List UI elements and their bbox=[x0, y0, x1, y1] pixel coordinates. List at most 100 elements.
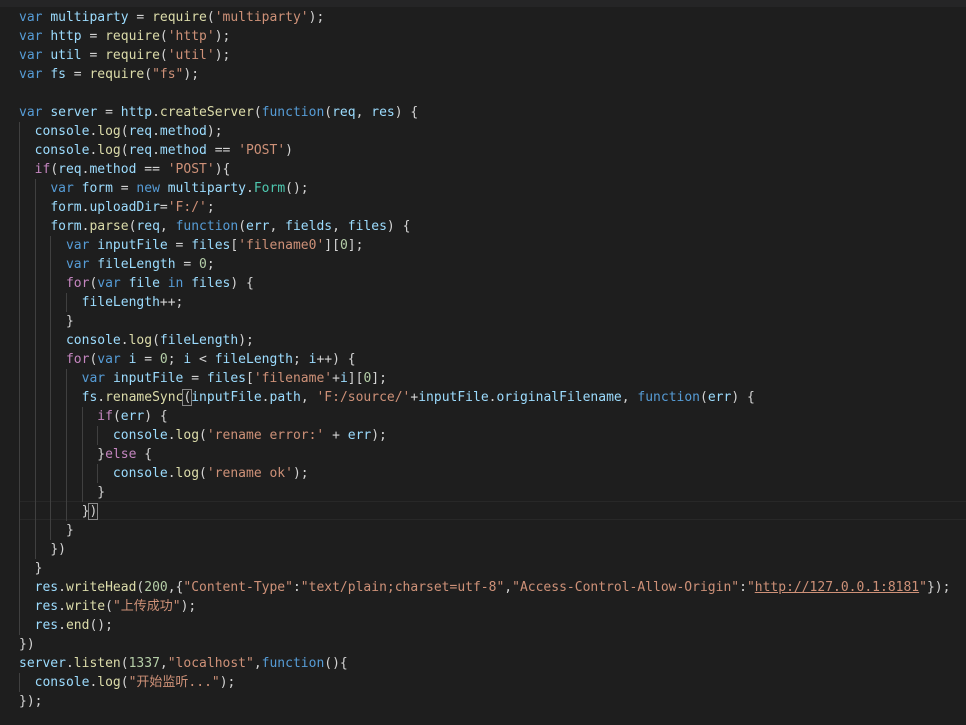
code-line[interactable]: for(var file in files) { bbox=[19, 274, 950, 293]
code-line[interactable]: console.log("开始监听..."); bbox=[19, 673, 950, 692]
code-editor[interactable]: var multiparty = require('multiparty'); v… bbox=[0, 0, 966, 725]
code-line[interactable]: console.log('rename error:' + err); bbox=[19, 426, 950, 445]
code-line[interactable]: if(req.method == 'POST'){ bbox=[19, 160, 950, 179]
identifier-token: files bbox=[347, 219, 387, 234]
indent-guide bbox=[34, 274, 36, 293]
indent-guide bbox=[34, 540, 36, 559]
indent-guide bbox=[50, 236, 52, 255]
code-line[interactable]: } bbox=[19, 521, 950, 540]
string-token: " bbox=[746, 580, 755, 595]
code-line[interactable]: fileLength++; bbox=[19, 293, 950, 312]
indent-guide bbox=[19, 407, 20, 426]
indent-guide bbox=[50, 407, 52, 426]
code-line[interactable]: var inputFile = files['filename0'][0]; bbox=[19, 236, 950, 255]
indent-guide bbox=[50, 350, 52, 369]
code-line[interactable]: } bbox=[19, 559, 950, 578]
code-line[interactable]: form.uploadDir='F:/'; bbox=[19, 198, 950, 217]
control-keyword-token: for bbox=[65, 276, 90, 291]
identifier-token: fileLength bbox=[81, 295, 160, 310]
punctuation-token: + bbox=[324, 428, 348, 443]
code-line[interactable]: }) bbox=[19, 502, 950, 521]
code-line[interactable]: var form = new multiparty.Form(); bbox=[19, 179, 950, 198]
code-line[interactable]: var fs = require("fs"); bbox=[19, 65, 950, 84]
punctuation-token: ); bbox=[292, 466, 309, 481]
code-line[interactable]: console.log(fileLength); bbox=[19, 331, 950, 350]
identifier-token: method bbox=[89, 162, 137, 177]
indent-guide bbox=[19, 578, 20, 597]
code-line[interactable]: }) bbox=[19, 635, 950, 654]
code-line[interactable]: res.writeHead(200,{"Content-Type":"text/… bbox=[19, 578, 950, 597]
code-line[interactable] bbox=[19, 84, 950, 103]
punctuation-token: = bbox=[167, 238, 192, 253]
punctuation-token: ); bbox=[214, 29, 231, 44]
code-line[interactable]: console.log(req.method); bbox=[19, 122, 950, 141]
indent-guide bbox=[50, 388, 52, 407]
code-line[interactable]: }) bbox=[19, 540, 950, 559]
punctuation-token: }); bbox=[19, 694, 43, 709]
code-line[interactable]: server.listen(1337,"localhost",function(… bbox=[19, 654, 950, 673]
indent-guide bbox=[34, 483, 36, 502]
code-line[interactable]: if(err) { bbox=[19, 407, 950, 426]
indent-guide bbox=[34, 369, 36, 388]
indent-guide bbox=[65, 445, 67, 464]
keyword-token: var bbox=[97, 352, 121, 367]
punctuation-token: < bbox=[191, 352, 215, 367]
code-line[interactable]: var inputFile = files['filename'+i][0]; bbox=[19, 369, 950, 388]
function-name-token: log bbox=[97, 124, 121, 139]
identifier-token: res bbox=[34, 580, 59, 595]
identifier-token: form bbox=[50, 219, 82, 234]
code-line[interactable]: var server = http.createServer(function(… bbox=[19, 103, 950, 122]
keyword-token: var bbox=[19, 29, 43, 44]
code-area[interactable]: var multiparty = require('multiparty'); v… bbox=[19, 8, 950, 711]
identifier-token: fileLength bbox=[97, 257, 176, 272]
code-line[interactable]: console.log(req.method == 'POST') bbox=[19, 141, 950, 160]
control-keyword-token: for bbox=[65, 352, 90, 367]
keyword-token: var bbox=[65, 238, 90, 253]
code-line[interactable]: var util = require('util'); bbox=[19, 46, 950, 65]
code-line[interactable]: var fileLength = 0; bbox=[19, 255, 950, 274]
punctuation-token: ++; bbox=[159, 295, 184, 310]
identifier-token: file bbox=[128, 276, 160, 291]
punctuation-token: } bbox=[97, 485, 106, 500]
punctuation-token: }) bbox=[19, 637, 35, 652]
function-name-token: require bbox=[89, 67, 145, 82]
indent-guide bbox=[34, 502, 36, 521]
code-line[interactable]: form.parse(req, function(err, fields, fi… bbox=[19, 217, 950, 236]
code-line[interactable]: var multiparty = require('multiparty'); bbox=[19, 8, 950, 27]
code-line[interactable]: } bbox=[19, 483, 950, 502]
code-line[interactable]: fs.renameSync(inputFile.path, 'F:/source… bbox=[19, 388, 950, 407]
indent-guide bbox=[19, 217, 20, 236]
url-link[interactable]: http://127.0.0.1:8181 bbox=[755, 580, 919, 595]
punctuation-token: ) { bbox=[731, 390, 755, 405]
keyword-token: var bbox=[97, 276, 121, 291]
number-token: 0 bbox=[199, 257, 207, 272]
string-token: 'POST' bbox=[167, 162, 215, 177]
code-line[interactable]: }); bbox=[19, 692, 950, 711]
punctuation-token bbox=[121, 276, 129, 291]
identifier-token: res bbox=[34, 618, 59, 633]
identifier-token: files bbox=[191, 276, 231, 291]
punctuation-token: = bbox=[183, 371, 207, 386]
punctuation-token bbox=[74, 181, 82, 196]
string-token: " bbox=[919, 580, 927, 595]
punctuation-token: ); bbox=[183, 67, 200, 82]
code-line[interactable]: }else { bbox=[19, 445, 950, 464]
punctuation-token: , bbox=[355, 105, 372, 120]
punctuation-token: ) { bbox=[230, 276, 254, 291]
code-line[interactable]: console.log('rename ok'); bbox=[19, 464, 950, 483]
string-token: 'util' bbox=[167, 48, 215, 63]
string-token: "text/plain;charset=utf-8" bbox=[300, 580, 505, 595]
punctuation-token: ( bbox=[159, 29, 168, 44]
string-token: 'http' bbox=[167, 29, 215, 44]
code-line[interactable]: res.write("上传成功"); bbox=[19, 597, 950, 616]
code-line[interactable]: res.end(); bbox=[19, 616, 950, 635]
code-line[interactable]: var http = require('http'); bbox=[19, 27, 950, 46]
punctuation-token: = bbox=[97, 105, 121, 120]
code-line[interactable]: for(var i = 0; i < fileLength; i++) { bbox=[19, 350, 950, 369]
indentation bbox=[19, 352, 66, 367]
identifier-token: inputFile bbox=[112, 371, 184, 386]
indent-guide bbox=[81, 483, 83, 502]
indent-guide bbox=[34, 293, 36, 312]
code-line[interactable]: } bbox=[19, 312, 950, 331]
string-token: "开始监听..." bbox=[128, 675, 220, 690]
